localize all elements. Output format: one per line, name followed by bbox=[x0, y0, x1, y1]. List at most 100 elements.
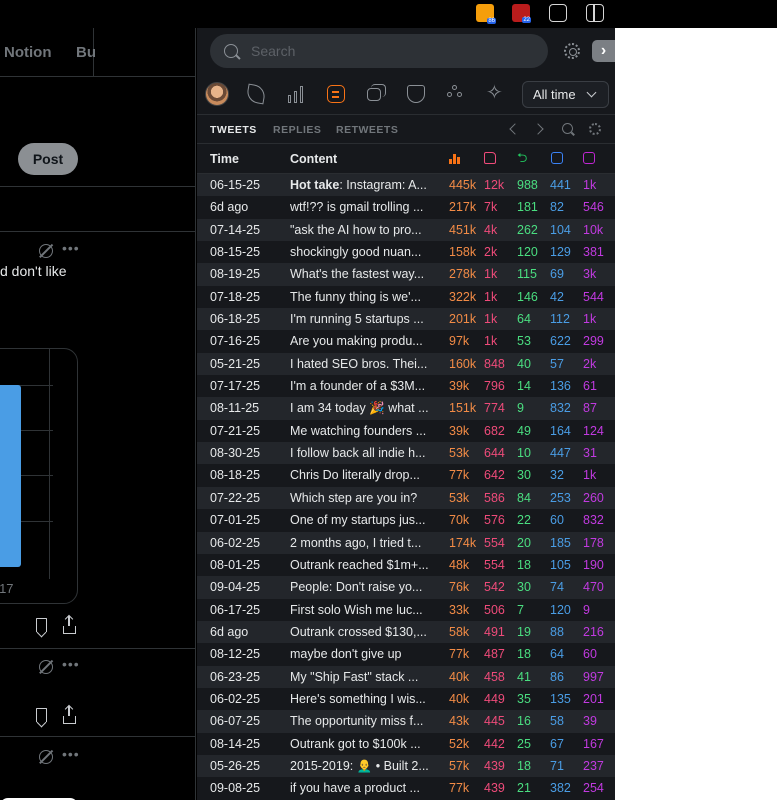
extensions-puzzle-icon[interactable] bbox=[549, 4, 567, 22]
tab-notion[interactable]: Notion bbox=[4, 44, 51, 61]
sparkle-icon[interactable]: ✧ bbox=[486, 83, 504, 103]
likes-icon[interactable] bbox=[484, 152, 496, 164]
mute-icon[interactable] bbox=[39, 750, 53, 764]
gear-icon[interactable] bbox=[589, 123, 601, 135]
table-row[interactable]: 08-30-25 I follow back all indie h... 53k 6… bbox=[197, 442, 615, 465]
table-row[interactable]: 07-16-25 Are you making produ... 97k 1k 53 62… bbox=[197, 330, 615, 353]
table-row[interactable]: 09-04-25 People: Don't raise yo... 76k 542 3… bbox=[197, 576, 615, 599]
table-row[interactable]: 08-12-25 maybe don't give up 77k 487 18 64 60 bbox=[197, 643, 615, 666]
views-icon[interactable] bbox=[449, 152, 461, 164]
chevron-right-icon[interactable] bbox=[532, 123, 544, 135]
cell-content[interactable]: I am 34 today 🎉 what ... bbox=[290, 401, 430, 416]
feather-icon[interactable] bbox=[245, 83, 267, 105]
post-button[interactable]: Post bbox=[18, 143, 78, 175]
side-panel-icon[interactable] bbox=[586, 4, 604, 22]
table-row[interactable]: 06-23-25 My "Ship Fast" stack ... 40k 458 41… bbox=[197, 665, 615, 688]
table-row[interactable]: 07-21-25 Me watching founders ... 39k 682 49… bbox=[197, 419, 615, 443]
avatar[interactable] bbox=[205, 82, 229, 106]
table-row[interactable]: 07-18-25 The funny thing is we'... 322k 1k 1… bbox=[197, 285, 615, 309]
cell-content[interactable]: if you have a product ... bbox=[290, 781, 430, 795]
cell-content[interactable]: What's the fastest way... bbox=[290, 267, 430, 281]
reply-icon[interactable] bbox=[551, 152, 563, 164]
cell-content[interactable]: One of my startups jus... bbox=[290, 513, 430, 527]
search-bar[interactable]: Search bbox=[210, 34, 548, 68]
cell-content[interactable]: "ask the AI how to pro... bbox=[290, 223, 430, 237]
table-row[interactable]: 06-18-25 I'm running 5 startups ... 201k 1k… bbox=[197, 308, 615, 331]
table-row[interactable]: 08-14-25 Outrank got to $100k ... 52k 442 25… bbox=[197, 732, 615, 755]
bookmark-icon[interactable] bbox=[583, 152, 595, 164]
table-row[interactable]: 08-01-25 Outrank reached $1m+... 48k 554 18 1… bbox=[197, 553, 615, 577]
cell-content[interactable]: The opportunity miss f... bbox=[290, 714, 430, 728]
cell-content[interactable]: I'm running 5 startups ... bbox=[290, 312, 430, 326]
tweet-media-chart[interactable]: ep 17 bbox=[0, 348, 78, 604]
settings-gear-icon[interactable] bbox=[564, 43, 580, 59]
tab-retweets[interactable]: RETWEETS bbox=[336, 124, 398, 136]
table-row[interactable]: 08-15-25 shockingly good nuan... 158k 2k 120… bbox=[197, 241, 615, 264]
list-icon[interactable] bbox=[327, 85, 345, 103]
cell-content[interactable]: I'm a founder of a $3M... bbox=[290, 379, 430, 393]
more-options-icon[interactable]: ••• bbox=[62, 656, 80, 672]
table-row[interactable]: 05-26-25 2015-2019: 👨‍🦲 • Built 2... 57k 43… bbox=[197, 754, 615, 778]
cell-content[interactable]: wtf!?? is gmail trolling ... bbox=[290, 200, 430, 214]
table-row[interactable]: 08-19-25 What's the fastest way... 278k 1k 1… bbox=[197, 263, 615, 286]
retweet-icon[interactable]: ⮌ bbox=[517, 151, 529, 164]
cell-content[interactable]: shockingly good nuan... bbox=[290, 245, 430, 259]
table-row[interactable]: 05-21-25 I hated SEO bros. Thei... 160k 848… bbox=[197, 352, 615, 376]
more-options-icon[interactable]: ••• bbox=[62, 240, 80, 256]
cell-content[interactable]: Here's something I wis... bbox=[290, 692, 430, 706]
table-row[interactable]: 06-02-25 2 months ago, I tried t... 174k 55… bbox=[197, 531, 615, 554]
mute-icon[interactable] bbox=[39, 660, 53, 674]
more-options-icon[interactable]: ••• bbox=[62, 746, 80, 762]
cell-content[interactable]: Outrank crossed $130,... bbox=[290, 625, 430, 639]
bar-chart-icon[interactable] bbox=[287, 85, 305, 103]
table-row[interactable]: 07-17-25 I'm a founder of a $3M... 39k 796 1… bbox=[197, 375, 615, 398]
cell-content[interactable]: 2015-2019: 👨‍🦲 • Built 2... bbox=[290, 759, 430, 774]
tab-replies[interactable]: REPLIES bbox=[273, 124, 321, 136]
table-row[interactable]: 08-18-25 Chris Do literally drop... 77k 642… bbox=[197, 464, 615, 487]
share-icon[interactable] bbox=[63, 706, 76, 724]
table-row[interactable]: 07-22-25 Which step are you in? 53k 586 84 25… bbox=[197, 486, 615, 510]
table-row[interactable]: 07-14-25 "ask the AI how to pro... 451k 4k 2… bbox=[197, 218, 615, 242]
extension-icon-analytics[interactable]: 86 bbox=[476, 4, 496, 24]
cell-content[interactable]: Which step are you in? bbox=[290, 491, 430, 505]
column-header-content[interactable]: Content bbox=[290, 152, 337, 166]
cell-content[interactable]: Me watching founders ... bbox=[290, 424, 430, 438]
community-icon[interactable] bbox=[447, 85, 465, 103]
table-row[interactable]: 06-17-25 First solo Wish me luc... 33k 506 7… bbox=[197, 598, 615, 621]
tab-bu[interactable]: Bu bbox=[76, 44, 96, 61]
table-row[interactable]: 6d ago wtf!?? is gmail trolling ... 217k 7k… bbox=[197, 196, 615, 219]
bookmark-icon[interactable] bbox=[36, 708, 47, 722]
cell-content[interactable]: The funny thing is we'... bbox=[290, 290, 430, 304]
time-range-select[interactable]: All time bbox=[522, 81, 609, 108]
extension-icon-calendar[interactable]: 22 bbox=[512, 4, 531, 23]
cell-content[interactable]: 2 months ago, I tried t... bbox=[290, 536, 430, 550]
collapse-panel-button[interactable]: › bbox=[592, 40, 615, 62]
cell-content[interactable]: Outrank got to $100k ... bbox=[290, 737, 430, 751]
cell-content[interactable]: I hated SEO bros. Thei... bbox=[290, 357, 430, 371]
table-row[interactable]: 06-15-25 Hot take: Instagram: A... 445k 12k… bbox=[197, 174, 615, 197]
cell-content[interactable]: First solo Wish me luc... bbox=[290, 603, 430, 617]
bookmark-icon[interactable] bbox=[36, 618, 47, 632]
table-row[interactable]: 06-02-25 Here's something I wis... 40k 449 3… bbox=[197, 687, 615, 711]
chevron-left-icon[interactable] bbox=[509, 123, 521, 135]
cell-content[interactable]: My "Ship Fast" stack ... bbox=[290, 670, 430, 684]
cell-content[interactable]: I follow back all indie h... bbox=[290, 446, 430, 460]
tab-tweets[interactable]: TWEETS bbox=[210, 124, 257, 136]
cell-content[interactable]: Are you making produ... bbox=[290, 334, 430, 348]
share-icon[interactable] bbox=[63, 616, 76, 634]
cell-content[interactable]: Hot take: Instagram: A... bbox=[290, 178, 430, 192]
column-header-time[interactable]: Time bbox=[210, 152, 239, 166]
cell-content[interactable]: Outrank reached $1m+... bbox=[290, 558, 430, 572]
cell-content[interactable]: People: Don't raise yo... bbox=[290, 580, 430, 594]
search-input[interactable]: Search bbox=[251, 43, 295, 59]
messages-icon[interactable] bbox=[367, 84, 386, 101]
table-row[interactable]: 07-01-25 One of my startups jus... 70k 576 2… bbox=[197, 509, 615, 532]
shield-icon[interactable] bbox=[407, 85, 425, 103]
table-row[interactable]: 09-08-25 if you have a product ... 77k 439 2… bbox=[197, 777, 615, 800]
table-row[interactable]: 6d ago Outrank crossed $130,... 58k 491 19 88… bbox=[197, 620, 615, 644]
table-row[interactable]: 08-11-25 I am 34 today 🎉 what ... 151k 774 9… bbox=[197, 397, 615, 420]
search-icon[interactable] bbox=[562, 123, 573, 134]
cell-content[interactable]: maybe don't give up bbox=[290, 647, 430, 661]
table-row[interactable]: 06-07-25 The opportunity miss f... 43k 445 1… bbox=[197, 710, 615, 733]
mute-icon[interactable] bbox=[39, 244, 53, 258]
